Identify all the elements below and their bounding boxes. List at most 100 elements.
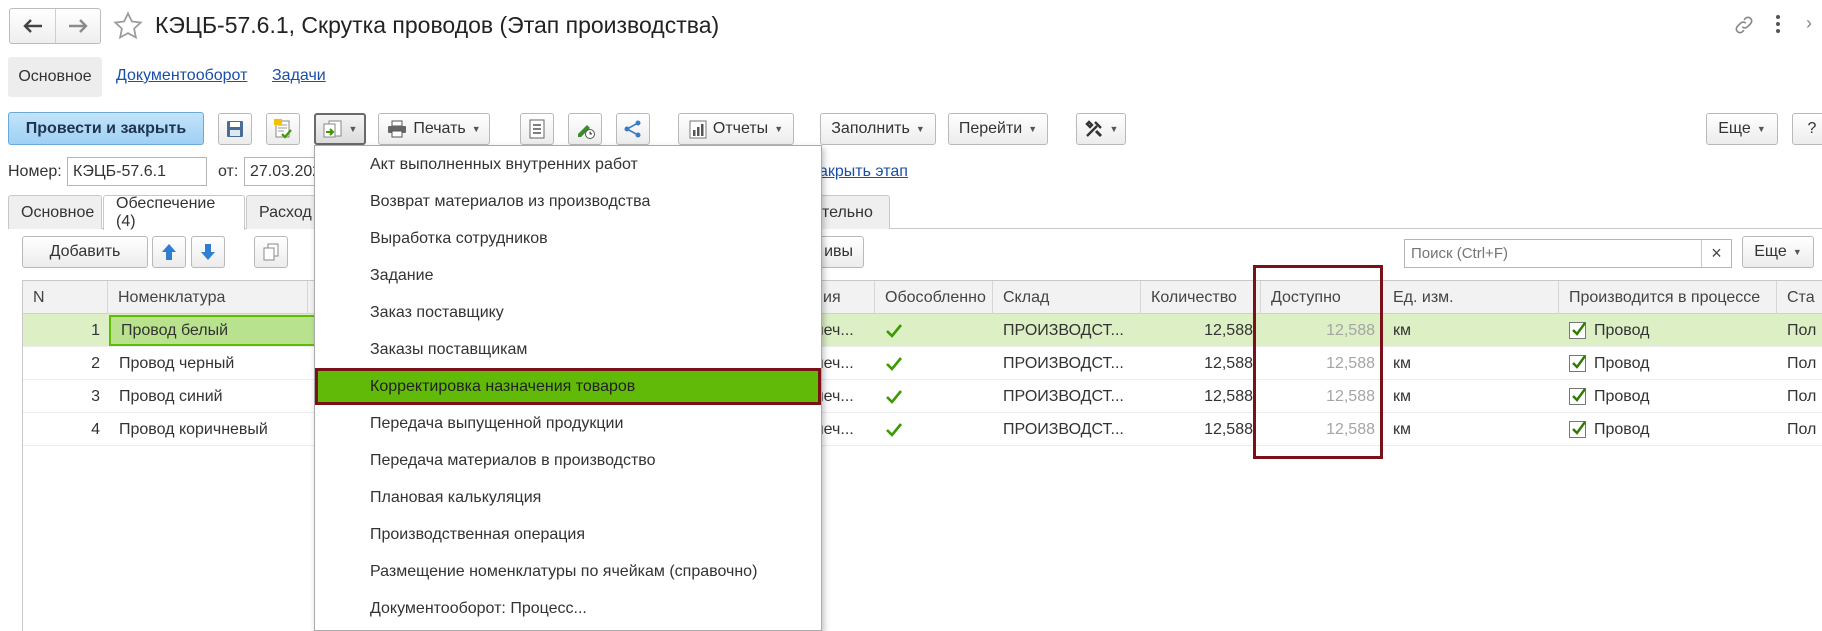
menu-item-materials-transfer[interactable]: Передача материалов в производство [315, 442, 821, 479]
in-process-label: Провод [1594, 354, 1650, 372]
col-header-quantity[interactable]: Количество [1141, 281, 1261, 314]
reports-button[interactable]: Отчеты ▼ [678, 113, 794, 145]
doc-tab-main[interactable]: Основное [8, 195, 102, 229]
create-based-on-button[interactable]: ▼ [314, 113, 366, 145]
menu-item-finished-goods-transfer[interactable]: Передача выпущенной продукции [315, 405, 821, 442]
checkmark-icon [1572, 355, 1586, 369]
col-header-characteristic[interactable]: ия [813, 281, 875, 314]
menu-item-planned-costing[interactable]: Плановая калькуляция [315, 479, 821, 516]
doc-tab-consumption[interactable]: Расход [246, 195, 316, 229]
back-button[interactable] [10, 9, 56, 43]
checkbox-checked[interactable] [1569, 388, 1586, 405]
cell-nomenclature[interactable]: Провод синий [109, 380, 339, 413]
cell-status: Пол [1787, 387, 1817, 405]
print-button[interactable]: Печать ▼ [378, 113, 490, 145]
vertical-dots-icon [1776, 15, 1780, 33]
col-header-in-process[interactable]: Производится в процессе [1559, 281, 1777, 314]
menu-item-supplier-orders[interactable]: Заказы поставщикам [315, 331, 821, 368]
col-header-warehouse[interactable]: Склад [993, 281, 1141, 314]
menu-item-materials-return[interactable]: Возврат материалов из производства [315, 183, 821, 220]
cell-warehouse: ПРОИЗВОДСТ... [1003, 321, 1124, 339]
save-button[interactable] [218, 113, 252, 145]
search-input[interactable] [1405, 240, 1700, 267]
cell-in-process[interactable]: Провод [1559, 380, 1777, 413]
col-header-unit[interactable]: Ед. изм. [1383, 281, 1559, 314]
pencil-clock-icon [578, 125, 595, 139]
cell-characteristic: печ... [815, 420, 854, 438]
nav-tab-main[interactable]: Основное [8, 57, 102, 97]
checkbox-checked[interactable] [1569, 355, 1586, 372]
cell-characteristic: печ... [815, 354, 854, 372]
close-stage-link[interactable]: акрыть этап [819, 163, 908, 181]
check-icon [886, 356, 903, 371]
cell-in-process[interactable]: Провод [1559, 413, 1777, 446]
add-row-button[interactable]: Добавить [22, 236, 148, 268]
cell-unit: км [1393, 387, 1411, 405]
in-process-label: Провод [1594, 387, 1650, 405]
floppy-icon [227, 121, 243, 137]
table-row[interactable]: 2 Провод черный печ... ПРОИЗВОДСТ... 12,… [23, 347, 1822, 380]
collapse-arrow[interactable]: › [1806, 13, 1812, 34]
link-button[interactable] [1733, 14, 1755, 41]
table-row[interactable]: 1 Провод белый печ... ПРОИЗВОДСТ... 12,5… [23, 314, 1822, 347]
menu-item-docflow-process[interactable]: Документооборот: Процесс... [315, 590, 821, 627]
nav-tab-docflow[interactable]: Документооборот [116, 67, 247, 85]
share-nodes-icon [624, 120, 641, 138]
table-more-button[interactable]: Еще ▼ [1742, 236, 1814, 268]
menu-item-supplier-order[interactable]: Заказ поставщику [315, 294, 821, 331]
checkbox-checked[interactable] [1569, 421, 1586, 438]
related-documents-button[interactable] [616, 113, 650, 145]
doc-tab-main-label: Основное [21, 203, 95, 221]
post-button[interactable] [266, 113, 300, 145]
menu-item-production-operation[interactable]: Производственная операция [315, 516, 821, 553]
menu-item-task[interactable]: Задание [315, 257, 821, 294]
col-header-separate[interactable]: Обособленно [875, 281, 993, 314]
more-button[interactable]: Еще ▼ [1706, 113, 1778, 145]
copy-row-button[interactable] [254, 236, 288, 268]
cell-n: 3 [91, 387, 100, 405]
cell-in-process[interactable]: Провод [1559, 347, 1777, 380]
cell-nomenclature[interactable]: Провод черный [109, 347, 339, 380]
table-row[interactable]: 3 Провод синий печ... ПРОИЗВОДСТ... 12,5… [23, 380, 1822, 413]
more-actions-button[interactable] [1774, 14, 1782, 39]
table-more-caret: ▼ [1792, 247, 1802, 257]
doc-tab-consumption-label: Расход [259, 203, 312, 221]
goto-button[interactable]: Перейти ▼ [948, 113, 1048, 145]
cell-nomenclature[interactable]: Провод белый [109, 315, 339, 346]
nav-tab-tasks[interactable]: Задачи [272, 67, 326, 85]
checkmark-icon [1572, 421, 1586, 435]
table-row[interactable]: 4 Провод коричневый печ... ПРОИЗВОДСТ...… [23, 413, 1822, 446]
col-header-nomenclature[interactable]: Номенклатура [108, 281, 308, 314]
help-label: ? [1807, 120, 1817, 137]
cell-separate [875, 413, 993, 446]
tools-button[interactable]: ▼ [1076, 113, 1126, 145]
date-field[interactable] [244, 157, 324, 186]
help-button[interactable]: ? [1792, 113, 1822, 145]
checkbox-checked[interactable] [1569, 322, 1586, 339]
cell-in-process[interactable]: Провод [1559, 314, 1777, 347]
cell-quantity: 12,588 [1204, 321, 1253, 339]
fill-button[interactable]: Заполнить ▼ [820, 113, 936, 145]
menu-item-employee-output[interactable]: Выработка сотрудников [315, 220, 821, 257]
cell-nomenclature[interactable]: Провод коричневый [109, 413, 339, 446]
doc-tab-supply[interactable]: Обеспечение (4) [103, 195, 245, 230]
document-list-icon [529, 119, 545, 139]
table-header: N Номенклатура ия Обособленно Склад Коли… [23, 281, 1822, 314]
menu-item-goods-assignment-correction[interactable]: Корректировка назначения товаров [315, 368, 821, 405]
cell-warehouse: ПРОИЗВОДСТ... [1003, 387, 1124, 405]
structure-button[interactable] [520, 113, 554, 145]
move-up-button[interactable] [152, 236, 186, 268]
menu-item-internal-works-act[interactable]: Акт выполненных внутренних работ [315, 146, 821, 183]
move-down-button[interactable] [191, 236, 225, 268]
edit-history-button[interactable] [568, 113, 602, 145]
number-field[interactable] [67, 157, 207, 186]
col-header-status[interactable]: Ста [1777, 281, 1822, 314]
post-and-close-button[interactable]: Провести и закрыть [8, 112, 204, 145]
search-clear-button[interactable]: × [1701, 240, 1731, 267]
cell-unit: км [1393, 321, 1411, 339]
favorite-button[interactable] [112, 10, 144, 47]
cell-status: Пол [1787, 354, 1817, 372]
menu-item-cell-placement[interactable]: Размещение номенклатуры по ячейкам (спра… [315, 553, 821, 590]
col-header-n[interactable]: N [23, 281, 108, 314]
forward-button[interactable] [56, 9, 100, 43]
